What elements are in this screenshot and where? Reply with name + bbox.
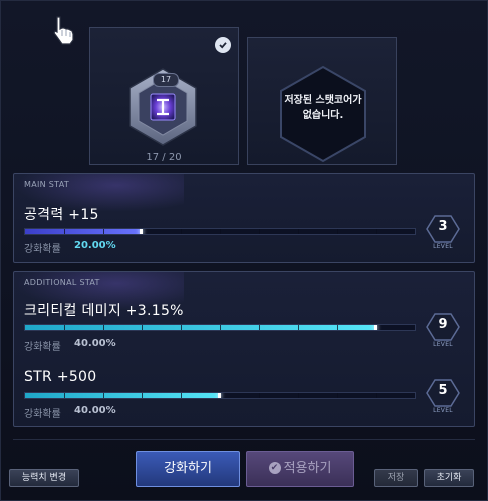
main-stat-rate-value: 20.00% (74, 240, 116, 251)
progress-segment-divider (376, 393, 377, 398)
progress-segment-divider (298, 393, 299, 398)
footer-divider (13, 439, 475, 440)
progress-segment-divider (298, 325, 299, 330)
check-circle-icon: ✔ (268, 461, 281, 474)
empty-slot-message: 저장된 스탯코어가 없습니다. (284, 95, 362, 121)
core-count: 17 / 20 (146, 152, 182, 163)
progress-segment-divider (64, 325, 65, 330)
additional-stat-level-word-2: LEVEL (433, 407, 453, 414)
save-button[interactable]: 저장 (374, 469, 418, 487)
hand-cursor-icon (53, 16, 74, 45)
progress-segment-divider (259, 325, 260, 330)
apply-button-label: 적용하기 (283, 461, 332, 476)
additional-stat-name-2: STR +500 (24, 369, 97, 385)
progress-segment-divider (259, 393, 260, 398)
main-stat-name: 공격력 +15 (24, 207, 99, 223)
additional-stat-level-2: 5 (438, 383, 448, 398)
change-stat-button[interactable]: 능력치 변경 (9, 469, 79, 487)
additional-stat-progress-bar-1 (24, 324, 416, 331)
additional-stat-rate-value-2: 40.00% (74, 405, 116, 416)
progress-segment-divider (103, 393, 104, 398)
check-circle-icon (215, 37, 231, 53)
additional-stat-rate-value-1: 40.00% (74, 338, 116, 349)
main-stat-progress-bar (24, 228, 416, 235)
additional-stat-level-1: 9 (438, 317, 448, 332)
progress-segment-divider (181, 325, 182, 330)
additional-stat-panel: ADDITIONAL STAT 크리티컬 데미지 +3.15% 강화확률 40.… (13, 271, 475, 427)
progress-segment-divider (142, 393, 143, 398)
additional-stat-name-1: 크리티컬 데미지 +3.15% (24, 303, 184, 319)
main-stat-level: 3 (438, 219, 448, 234)
main-stat-level-badge: 3 LEVEL (426, 214, 460, 252)
progress-segment-divider (103, 229, 104, 234)
apply-button[interactable]: ✔ 적용하기 (246, 451, 354, 487)
progress-segment-divider (337, 229, 338, 234)
progress-segment-divider (259, 229, 260, 234)
additional-stat-progress-fill-1 (25, 325, 376, 330)
additional-stat-rate-label-2: 강화확률 (24, 409, 61, 420)
progress-tip (218, 393, 221, 398)
progress-segment-divider (376, 229, 377, 234)
main-stat-progress-fill (25, 229, 142, 234)
additional-stat-rate-label-1: 강화확률 (24, 342, 61, 353)
stat-core-window: 17 17 / 20 저장된 스탯코어가 없습니다. MAIN STAT 공격력… (0, 0, 488, 501)
progress-tip (140, 229, 143, 234)
core-level-badge: 17 (153, 73, 179, 87)
additional-stat-level-badge-1: 9 LEVEL (426, 312, 460, 350)
progress-segment-divider (64, 229, 65, 234)
additional-stat-label: ADDITIONAL STAT (24, 278, 100, 287)
enhance-button[interactable]: 강화하기 (136, 451, 240, 487)
progress-segment-divider (181, 229, 182, 234)
progress-segment-divider (337, 325, 338, 330)
progress-segment-divider (142, 325, 143, 330)
progress-segment-divider (220, 325, 221, 330)
main-stat-level-word: LEVEL (433, 243, 453, 250)
main-stat-label: MAIN STAT (24, 180, 70, 189)
additional-stat-level-word-1: LEVEL (433, 341, 453, 348)
progress-segment-divider (220, 229, 221, 234)
additional-stat-level-badge-2: 5 LEVEL (426, 378, 460, 416)
progress-segment-divider (64, 393, 65, 398)
main-stat-rate-label: 강화확률 (24, 244, 61, 255)
progress-segment-divider (298, 229, 299, 234)
additional-stat-progress-bar-2 (24, 392, 416, 399)
progress-segment-divider (337, 393, 338, 398)
additional-stat-progress-fill-2 (25, 393, 220, 398)
reset-button[interactable]: 초기화 (424, 469, 474, 487)
progress-segment-divider (181, 393, 182, 398)
progress-tip (374, 325, 377, 330)
progress-segment-divider (103, 325, 104, 330)
main-stat-panel: MAIN STAT 공격력 +15 강화확률 20.00% 3 LEVEL (13, 173, 475, 263)
